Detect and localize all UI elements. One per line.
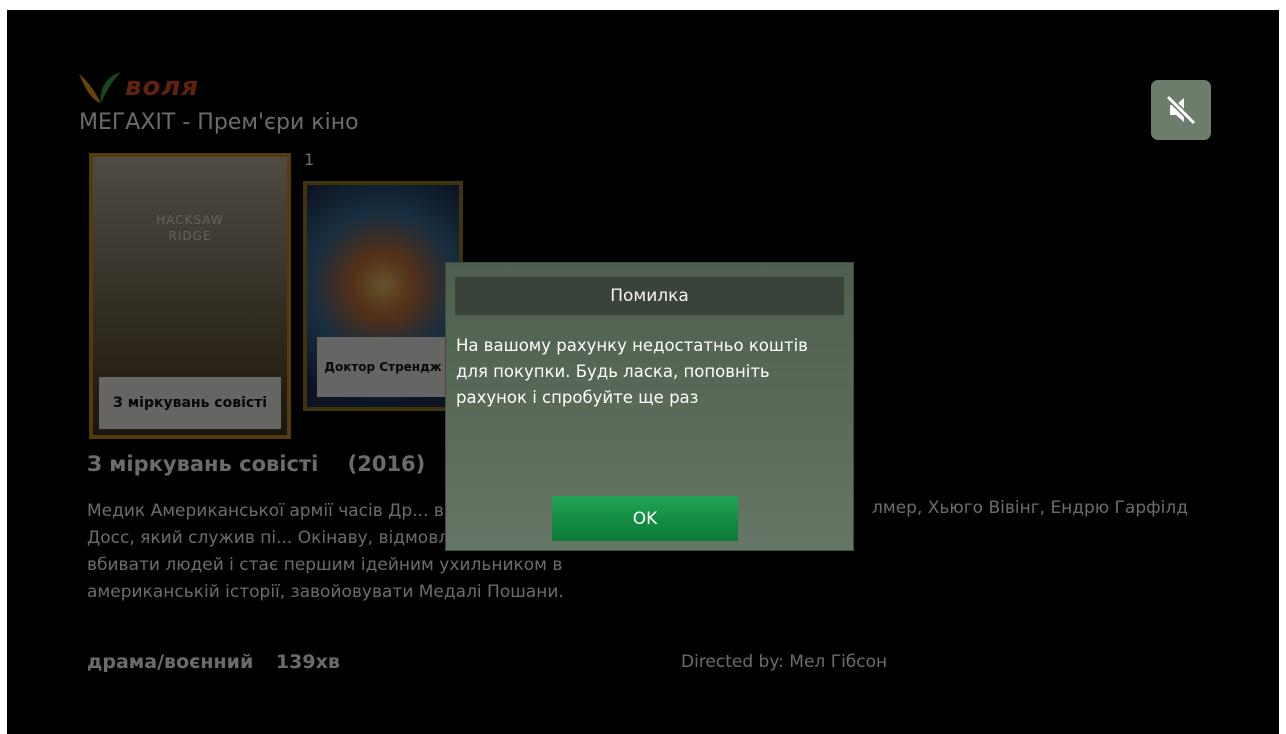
logo-text: воля: [125, 72, 200, 102]
movie-duration: 139хв: [275, 651, 340, 673]
leaf-logo-icon: [79, 72, 121, 103]
speaker-muted-icon: [1165, 94, 1197, 126]
poster-card-selected[interactable]: HACKSAW RIDGE З міркувань совісті: [89, 153, 291, 439]
poster-art-text: HACKSAW RIDGE: [156, 213, 224, 243]
mute-button[interactable]: [1151, 80, 1211, 140]
movie-year: (2016): [347, 452, 426, 476]
tv-screen: воля МЕГАХІТ - Прем'єри кіно 1 HACKSAW R…: [7, 10, 1279, 734]
poster-caption: З міркувань совісті: [99, 377, 281, 429]
genre-duration-line: драма/воєнний 139хв: [87, 651, 356, 673]
movie-director: Directed by: Мел Гібсон: [681, 652, 888, 672]
movie-cast: лмер, Хьюго Вівінг, Ендрю Гарфілд: [872, 498, 1189, 518]
movie-title: З міркувань совісті: [87, 452, 319, 476]
channel-title: МЕГАХІТ - Прем'єри кіно: [79, 110, 359, 135]
poster-caption: Доктор Стрендж: [317, 337, 449, 397]
error-dialog: Помилка На вашому рахунку недостатньо ко…: [446, 263, 853, 550]
ok-button[interactable]: OK: [552, 496, 738, 541]
dialog-title: Помилка: [455, 277, 844, 315]
poster-card[interactable]: Доктор Стрендж: [303, 181, 463, 411]
movie-genre: драма/воєнний: [87, 651, 254, 673]
movie-title-line: З міркувань совісті (2016) 40: [87, 452, 506, 476]
dialog-message: На вашому рахунку недостатньо коштів для…: [456, 336, 808, 407]
page-index: 1: [304, 150, 315, 169]
